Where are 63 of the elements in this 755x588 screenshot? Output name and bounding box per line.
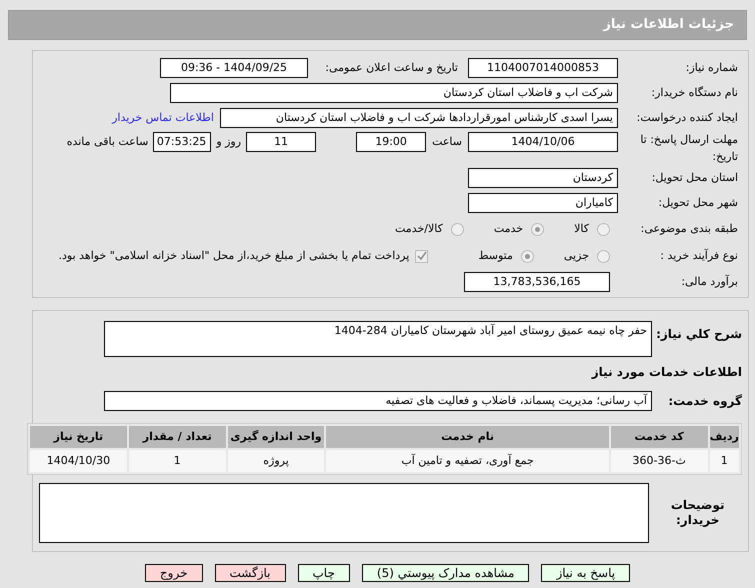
table-cell: 1 (128, 450, 226, 472)
column-header: تاریخ نیاز (30, 426, 127, 448)
radio-button[interactable] (597, 222, 610, 236)
field-label: مهلت ارسال پاسخ: تا تاریخ: (639, 132, 738, 165)
section-heading: اطلاعات خدمات مورد نیاز (590, 364, 742, 381)
summary-textarea[interactable]: حفر چاه نیمه عمیق روستای امیر آباد شهرستان کامیاران 284-1404 (104, 321, 652, 357)
remaining-time-field: 07:53:25 (153, 132, 212, 152)
radio-label: کالا (574, 220, 589, 237)
radio-label: متوسط (478, 248, 513, 264)
need-number-field: 1104007014000853 (468, 58, 618, 78)
field-label: شماره نیاز: (684, 60, 738, 76)
estimate-field: 13,783,536,165 (464, 272, 610, 292)
service-group-field: آب رسانی؛ مدیریت پسماند، فاضلاب و فعالیت های تصفیه (104, 391, 652, 411)
notes-textarea[interactable] (39, 483, 650, 543)
column-header: واحد اندازه گیری (228, 426, 324, 448)
field-label: نوع فرآیند خرید : (659, 248, 738, 264)
deadline-date-field: 1404/10/06 (468, 132, 618, 152)
radio-button[interactable] (450, 222, 464, 236)
field-label: برآورد مالی: (680, 274, 738, 290)
requester-field: یسرا اسدی کارشناس امورقراردادها شرکت اب و فاضلاب استان کردستان (220, 108, 618, 128)
check-icon (416, 251, 427, 261)
payment-note: پرداخت تمام یا بخشی از مبلغ خرید،از محل "اسناد خزانه اسلامی" خواهد بود. (58, 248, 410, 264)
action-button[interactable]: پاسخ به نیاز (541, 564, 630, 582)
table-cell: جمع آوری، تصفیه و تامین آب (326, 450, 609, 472)
action-button[interactable]: مشاهده مدارک پیوستي (5) (362, 564, 530, 582)
buyer-org-field: شرکت اب و فاضلاب استان کردستان (170, 83, 618, 103)
field-label: طبقه بندی موضوعی: (640, 220, 738, 237)
announce-date-field: 1404/09/25 - 09:36 (160, 58, 308, 78)
table-cell: 1404/10/30 (30, 450, 127, 472)
radio-label: خدمت (494, 220, 524, 237)
column-header: نام خدمت (326, 426, 609, 448)
remaining-label: ساعت باقی مانده (66, 134, 148, 150)
radio-button[interactable] (597, 250, 610, 262)
days-field: 11 (246, 132, 316, 152)
province-field: کردستان (468, 168, 618, 188)
column-header: تعداد / مقدار (128, 426, 226, 448)
action-button[interactable]: بازگشت (214, 564, 286, 582)
field-label: نام دستگاه خریدار: (650, 84, 738, 101)
field-label: توضیحات خریدار: (670, 498, 726, 528)
field-label: شهر محل تحویل: (657, 194, 738, 211)
time-label: ساعت (432, 134, 462, 150)
column-header: کد خدمت (610, 426, 708, 448)
deadline-time-field: 19:00 (356, 132, 426, 152)
action-button[interactable]: چاپ (298, 564, 350, 582)
table-cell: پروژه (228, 450, 324, 472)
table-cell: ث-36-360 (610, 450, 708, 472)
radio-button[interactable] (520, 250, 534, 262)
city-field: کامیاران (468, 193, 618, 213)
table-cell: 1 (710, 450, 739, 472)
action-button[interactable]: خروج (144, 564, 202, 582)
radio-label: جزیی (564, 248, 589, 264)
buyer-contact-link[interactable]: اطلاعات تماس خریدار (112, 110, 214, 126)
payment-checkbox[interactable] (415, 250, 428, 262)
field-label: شرح کلي نياز: (655, 326, 742, 343)
field-label: گروه خدمت: (667, 393, 742, 410)
field-label: استان محل تحویل: (650, 170, 738, 186)
column-header: ردیف (710, 426, 739, 448)
field-label: تاریخ و ساعت اعلان عمومی: (324, 60, 458, 76)
radio-button[interactable] (531, 222, 544, 236)
field-label: ایجاد کننده درخواست: (636, 110, 738, 126)
page-title: جزئیات اطلاعات نیاز (603, 16, 734, 34)
radio-label: کالا/خدمت (395, 220, 443, 237)
days-label: روز و (216, 134, 242, 150)
